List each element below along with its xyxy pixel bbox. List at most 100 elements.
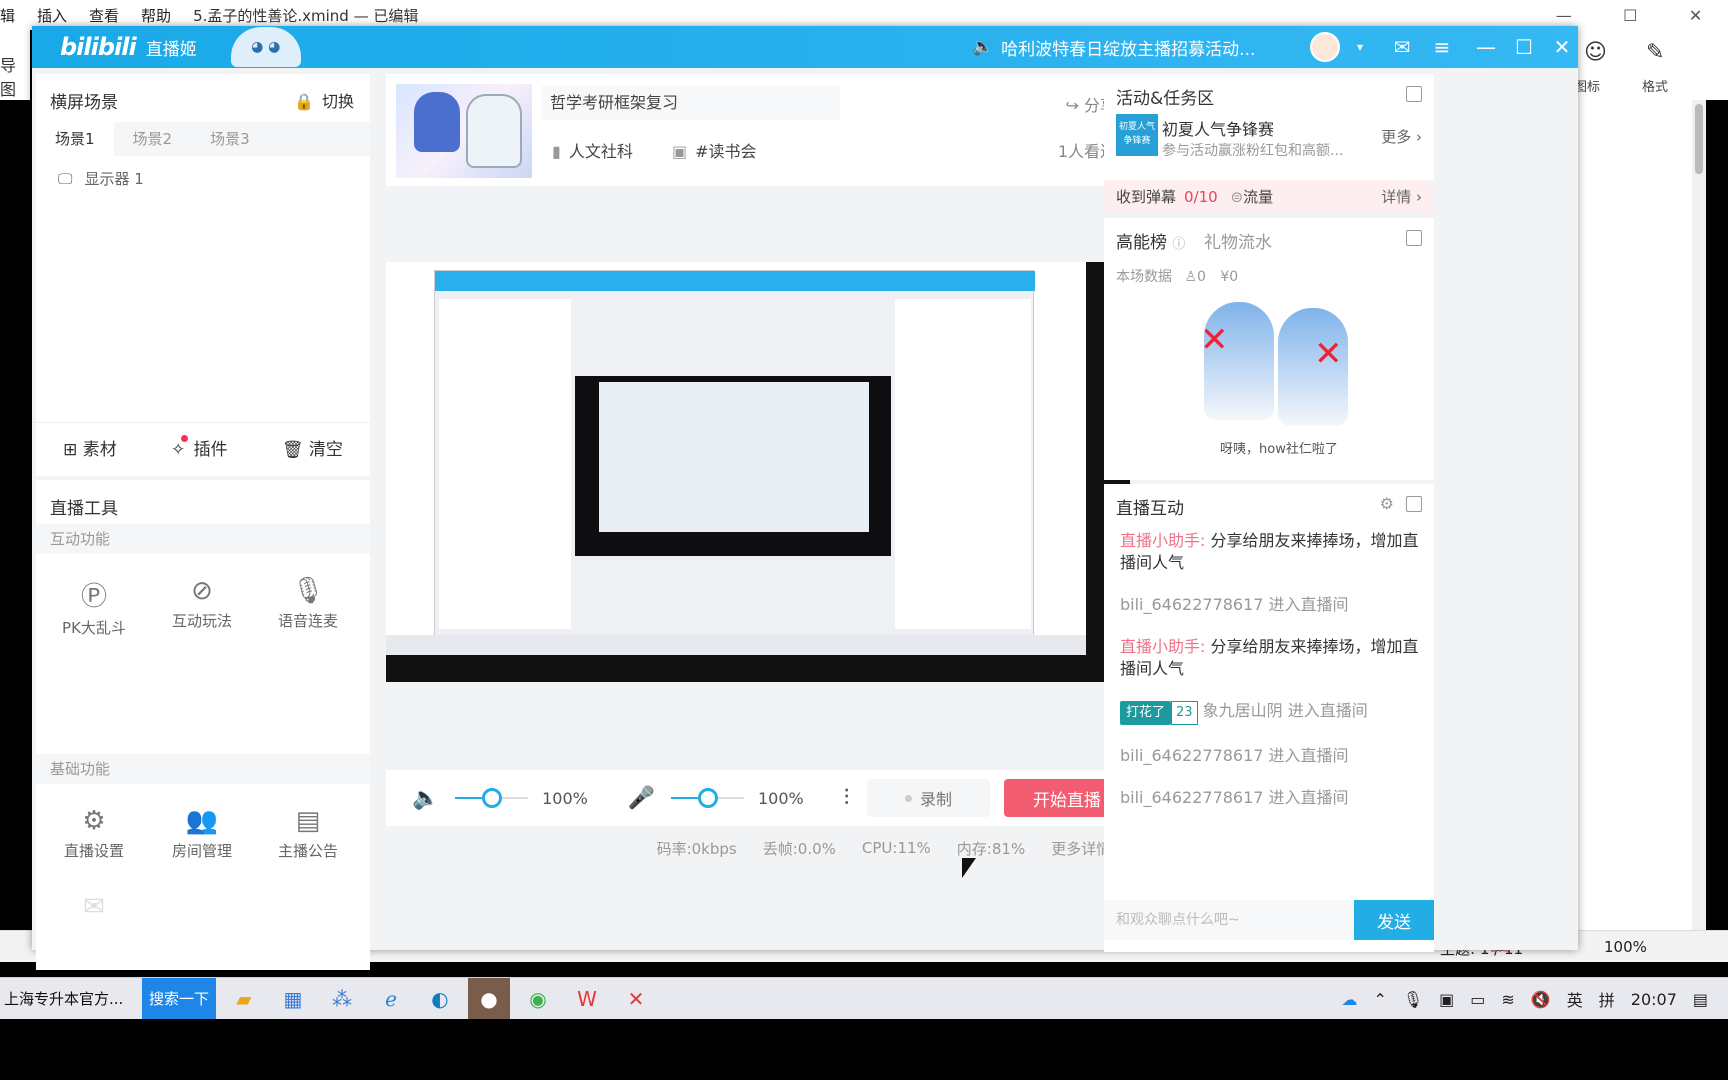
popout-icon[interactable] — [1406, 86, 1422, 102]
maximize-icon[interactable]: ☐ — [1623, 6, 1637, 25]
tool-room-manage[interactable]: 👥 房间管理 — [152, 806, 252, 861]
close-icon[interactable]: ✕ — [1546, 26, 1578, 68]
clock[interactable]: 20:07 — [1631, 990, 1677, 1009]
tool-interactive-play[interactable]: ⊘ 互动玩法 — [152, 576, 252, 631]
wifi-icon[interactable]: ≋ — [1501, 990, 1514, 1009]
tag-selector[interactable]: ▣ #读书会 — [672, 138, 757, 162]
tool-play-label: 互动玩法 — [171, 612, 232, 630]
category-selector[interactable]: ▮ 人文社科 — [552, 138, 633, 162]
smile-icon[interactable]: ☺ — [1584, 40, 1607, 65]
wps-icon[interactable]: W — [566, 978, 608, 1020]
cpu-stat: CPU:11% — [861, 839, 931, 857]
rank-tab[interactable]: 高能榜 ⓘ — [1116, 228, 1185, 253]
popout-icon[interactable] — [1406, 496, 1422, 512]
list-item: 直播小助手: 分享给朋友来捧捧场，增加直播间人气 — [1120, 636, 1420, 680]
activity-name[interactable]: 初夏人气争锋赛 — [1162, 116, 1274, 140]
menu-help[interactable]: 帮助 — [141, 5, 171, 26]
speaker-volume-slider[interactable] — [455, 788, 529, 808]
notice-banner[interactable]: 🔈 哈利波特春日绽放主播招募活动... — [972, 26, 1255, 68]
zoom-level[interactable]: 100% — [1604, 938, 1647, 956]
avatar[interactable] — [1310, 32, 1340, 62]
chevron-up-icon[interactable]: ⌃ — [1373, 990, 1386, 1009]
lock-icon: 🔒 — [294, 92, 314, 111]
stream-preview[interactable] — [386, 262, 1130, 682]
green-app-icon[interactable]: ◉ — [517, 978, 559, 1020]
message-text: bili_64622778617 进入直播间 — [1120, 788, 1349, 807]
danmu-label: 收到弹幕 — [1116, 188, 1177, 206]
plugin-button[interactable]: ✧ 插件 — [171, 435, 228, 460]
add-material-button[interactable]: ⊞ 素材 — [63, 435, 117, 460]
mic-volume-slider[interactable] — [671, 788, 744, 808]
bili-app-name: 直播姬 — [145, 39, 197, 60]
envelope-icon[interactable]: ✉ — [44, 892, 144, 926]
speaker-icon[interactable]: 🔈 — [412, 786, 439, 811]
section-basic: 基础功能 — [36, 754, 370, 784]
gift-flow-tab[interactable]: 礼物流水 — [1204, 228, 1272, 253]
ime-lang[interactable]: 英 — [1567, 987, 1583, 1011]
ie-browser-icon[interactable]: ℯ — [370, 978, 412, 1020]
interaction-title: 直播互动 — [1116, 499, 1184, 519]
send-button[interactable]: 发送 — [1354, 900, 1434, 940]
clear-button[interactable]: 🗑 清空 — [282, 435, 343, 460]
room-cover-image[interactable] — [396, 84, 532, 178]
popout-icon[interactable] — [1406, 230, 1422, 246]
volume-mute-icon[interactable]: 🔇 — [1531, 990, 1551, 1009]
tab-scene-1[interactable]: 场景1 — [36, 122, 114, 156]
battery-icon[interactable]: ▭ — [1470, 990, 1485, 1009]
mic-tray-icon[interactable]: 🎙 — [1403, 990, 1423, 1009]
fan-medal-level: 23 — [1171, 701, 1198, 725]
person-icon: ♙ — [1184, 269, 1198, 285]
xmind-scrollbar[interactable] — [1692, 100, 1706, 930]
avatar-dropdown-icon[interactable]: ▾ — [1344, 26, 1376, 68]
screen-icon[interactable]: ▣ — [1439, 990, 1454, 1009]
list-item: bili_64622778617 进入直播间 — [1120, 787, 1420, 809]
menu-view[interactable]: 查看 — [89, 5, 119, 26]
ime-mode[interactable]: 拼 — [1599, 987, 1615, 1011]
list-item: bili_64622778617 进入直播间 — [1120, 594, 1420, 616]
user-app-icon[interactable]: ● — [468, 977, 510, 1020]
minimize-icon[interactable]: — — [1470, 26, 1502, 68]
scene-panel: 横屏场景 🔒 切换 场景1 场景2 场景3 🖵 显示器 1 ⊞ 素材 ✧ 插件 🗑 … — [36, 74, 370, 476]
close-icon[interactable]: ✕ — [1689, 6, 1702, 25]
menu-edit[interactable]: 辑 — [0, 5, 15, 26]
danmu-detail-link[interactable]: 详情 › — [1381, 180, 1422, 214]
tool-pk[interactable]: Ⓟ PK大乱斗 — [44, 576, 144, 638]
record-button[interactable]: 录制 — [867, 779, 990, 817]
chat-input[interactable]: 和观众聊点什么吧~ — [1104, 900, 1354, 940]
session-stats-label: 本场数据 — [1116, 269, 1172, 285]
taskbar-app-label[interactable]: 上海专升本官方... — [0, 978, 142, 1020]
tool-voice-link[interactable]: 🎙 语音连麦 — [258, 576, 358, 631]
format-pin-icon[interactable]: ✎ — [1646, 40, 1664, 65]
tab-scene-3[interactable]: 场景3 — [191, 122, 269, 156]
xmind-canvas[interactable] — [1578, 100, 1698, 930]
help-icon[interactable]: ⓘ — [1172, 237, 1185, 252]
tool-announcement[interactable]: ▤ 主播公告 — [258, 806, 358, 861]
minimize-icon[interactable]: — — [1556, 6, 1572, 25]
notification-icon[interactable]: ▤ — [1693, 990, 1708, 1009]
microphone-icon[interactable]: 🎤 — [628, 786, 655, 811]
tool-live-settings[interactable]: ⚙ 直播设置 — [44, 806, 144, 861]
xmind-icon[interactable]: ✕ — [615, 978, 657, 1020]
maximize-icon[interactable]: ☐ — [1508, 26, 1540, 68]
settings-gear-icon[interactable]: ⚙ — [1380, 494, 1394, 513]
taskbar-search-button[interactable]: 搜索一下 — [142, 977, 216, 1020]
mail-icon[interactable]: ✉ — [1386, 26, 1418, 68]
tool-pk-label: PK大乱斗 — [62, 619, 126, 637]
edge-browser-icon[interactable]: ◐ — [419, 978, 461, 1020]
control-panel-icon[interactable]: ▦ — [272, 978, 314, 1020]
activity-more-link[interactable]: 更多 › — [1381, 126, 1422, 147]
activity-thumbnail[interactable]: 初夏人气争锋赛 — [1116, 114, 1158, 156]
preview-nested-right — [895, 299, 1031, 629]
live-tools-panel: 直播工具 互动功能 Ⓟ PK大乱斗 ⊘ 互动玩法 🎙 语音连麦 基础功能 ⚙ 直播设置 … — [36, 480, 370, 970]
room-title-input[interactable]: 哲学考研框架复习 — [542, 86, 840, 120]
menu-icon[interactable]: ≡ — [1426, 26, 1458, 68]
scene-switch-button[interactable]: 🔒 切换 — [294, 88, 354, 112]
network-app-icon[interactable]: ⁂ — [321, 978, 363, 1020]
cloud-icon[interactable]: ☁ — [1341, 990, 1357, 1009]
file-explorer-icon[interactable]: ▰ — [223, 978, 265, 1020]
menu-insert[interactable]: 插入 — [37, 5, 67, 26]
mixer-icon[interactable]: ⫶ — [844, 786, 850, 811]
source-item-display[interactable]: 🖵 显示器 1 — [58, 168, 144, 189]
tab-scene-2[interactable]: 场景2 — [114, 122, 192, 156]
section-interactive: 互动功能 — [36, 524, 370, 554]
